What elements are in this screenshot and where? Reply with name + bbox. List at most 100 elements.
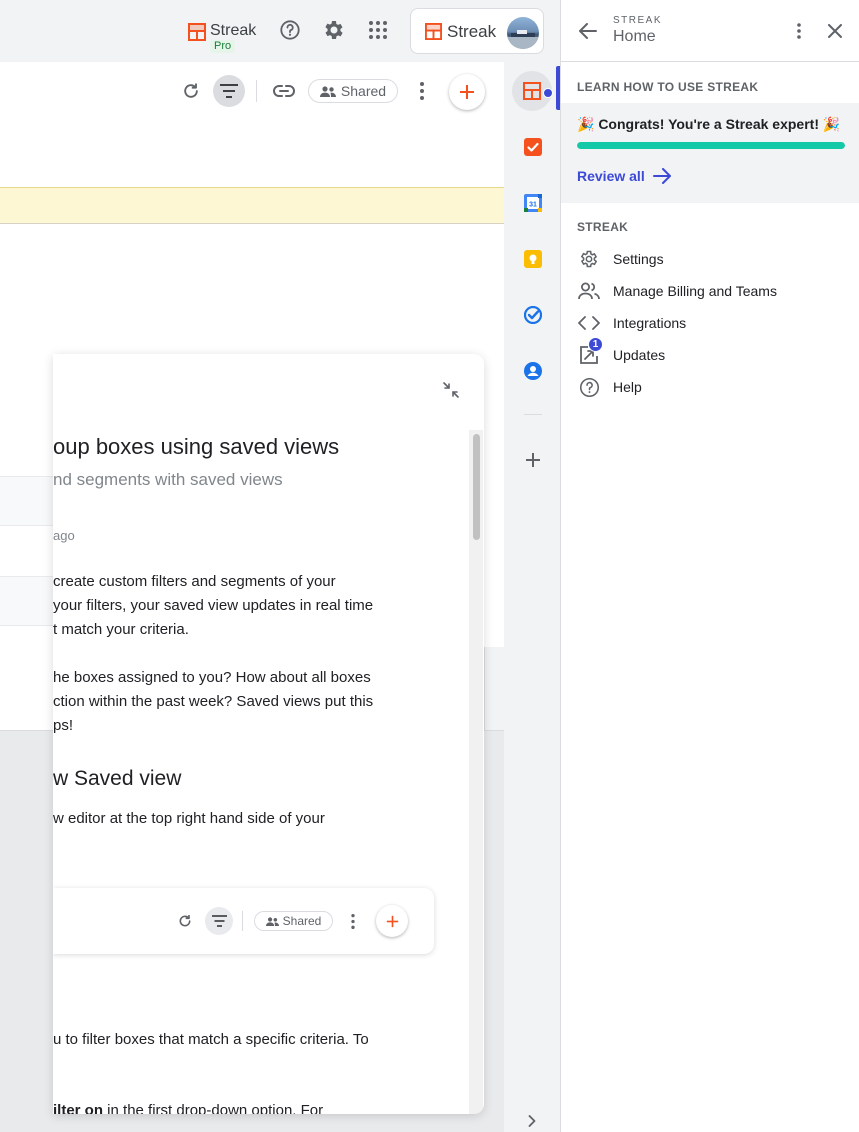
notice-banner — [0, 187, 504, 224]
gear-icon[interactable] — [320, 16, 348, 44]
strip-divider — [524, 414, 542, 415]
plus-icon — [386, 915, 398, 927]
paragraph-text: in the first drop-down option. For — [103, 1102, 324, 1114]
plus-icon — [460, 85, 474, 99]
svg-text:31: 31 — [529, 202, 537, 209]
bold-text: ilter on — [53, 1102, 104, 1114]
streak-logo-icon — [425, 23, 442, 40]
contacts-icon[interactable] — [518, 356, 548, 386]
article-paragraph: ilter on in the first drop-down option. … — [53, 1099, 323, 1114]
table-row — [0, 576, 60, 626]
shared-chip: Shared — [254, 911, 333, 931]
account-label: Streak — [447, 22, 497, 41]
table-row — [0, 476, 60, 526]
link-icon[interactable] — [270, 78, 298, 104]
table-scroll-strip — [484, 647, 504, 732]
menu-item-label: Integrations — [613, 315, 687, 331]
menu-item-integrations[interactable]: Integrations — [577, 311, 686, 335]
streak-sidebar-button[interactable] — [512, 71, 553, 111]
article-title: oup boxes using saved views — [53, 434, 340, 459]
toolbar-divider — [242, 911, 243, 931]
notification-dot — [543, 88, 553, 98]
article-paragraph: u to filter boxes that match a specific … — [53, 1031, 369, 1048]
updates-badge: 1 — [588, 337, 603, 352]
apps-grid-icon[interactable] — [364, 16, 392, 44]
article-paragraph: w editor at the top right hand side of y… — [53, 810, 325, 827]
gmail-header: Streak Pro Streak — [0, 0, 560, 62]
arrow-right-icon — [652, 168, 671, 184]
pipeline-toolbar: Shared — [0, 62, 504, 122]
streak-pro-button[interactable]: Streak Pro — [186, 20, 256, 54]
plus-button — [376, 905, 408, 937]
panel-header: STREAK Home — [561, 0, 859, 62]
gear-icon — [577, 247, 601, 271]
menu-item-label: Manage Billing and Teams — [613, 283, 777, 299]
progress-bar — [577, 142, 845, 149]
people-icon — [319, 85, 336, 97]
article-paragraph: your filters, your saved view updates in… — [53, 597, 374, 614]
collapse-icon[interactable] — [441, 380, 461, 400]
calendar-icon[interactable]: 31 — [518, 188, 548, 218]
help-icon[interactable] — [276, 16, 304, 44]
more-vert-icon[interactable] — [791, 20, 807, 42]
article-heading: w Saved view — [53, 767, 182, 790]
toolbar-screenshot: Shared — [53, 888, 434, 954]
review-all-label: Review all — [577, 168, 645, 184]
article-paragraph: he boxes assigned to you? How about all … — [53, 669, 371, 686]
pro-badge: Pro — [210, 40, 236, 53]
filter-icon[interactable] — [213, 75, 245, 107]
article-paragraph: ps! — [53, 717, 74, 734]
people-icon — [265, 916, 279, 926]
article-paragraph: create custom filters and segments of yo… — [53, 573, 336, 590]
avatar[interactable] — [507, 17, 539, 49]
menu-item-label: Help — [613, 379, 642, 395]
article-paragraph: t match your criteria. — [53, 621, 189, 638]
streak-section-heading: STREAK — [577, 220, 629, 234]
menu-item-help[interactable]: Help — [577, 375, 642, 399]
article-subtitle: nd segments with saved views — [53, 470, 283, 489]
streak-logo-icon — [188, 23, 206, 41]
review-all-link[interactable]: Review all — [577, 168, 671, 184]
shared-label: Shared — [340, 83, 387, 99]
toolbar-divider — [256, 80, 257, 102]
menu-item-label: Settings — [613, 251, 664, 267]
account-chip[interactable]: Streak — [410, 8, 544, 54]
menu-item-label: Updates — [613, 347, 666, 363]
filter-icon — [205, 907, 233, 935]
people-icon — [577, 279, 601, 303]
add-box-button[interactable] — [449, 74, 485, 110]
shared-label: Shared — [282, 914, 322, 928]
refresh-icon[interactable] — [178, 78, 204, 104]
learn-card: 🎉 Congrats! You're a Streak expert! 🎉 Re… — [561, 103, 859, 203]
congrats-message: 🎉 Congrats! You're a Streak expert! 🎉 — [577, 116, 841, 132]
tasks-icon[interactable] — [518, 300, 548, 330]
shared-button[interactable]: Shared — [308, 79, 398, 103]
apps-side-strip: 31 — [504, 62, 560, 1132]
article-meta: ago — [53, 528, 75, 543]
learn-section-heading: LEARN HOW TO USE STREAK — [577, 80, 759, 94]
progress-fill — [577, 142, 845, 149]
back-arrow-icon[interactable] — [577, 20, 599, 42]
help-icon — [577, 375, 601, 399]
code-icon — [577, 311, 601, 335]
close-icon[interactable] — [824, 20, 846, 42]
chevron-right-icon[interactable] — [525, 1114, 539, 1128]
panel-title: Home — [613, 28, 656, 45]
tasks-orange-icon[interactable] — [518, 132, 548, 162]
streak-logo-icon — [523, 82, 541, 100]
more-vert-icon[interactable] — [410, 78, 434, 104]
article-paragraph: ction within the past week? Saved views … — [53, 693, 374, 710]
menu-item-updates[interactable]: 1 Updates — [577, 337, 666, 367]
add-addon-icon[interactable] — [518, 445, 548, 475]
dialog-scrollbar-thumb[interactable] — [473, 434, 480, 540]
help-article-dialog: oup boxes using saved views nd segments … — [53, 354, 484, 1114]
streak-name: Streak — [210, 22, 257, 39]
keep-icon[interactable] — [518, 244, 548, 274]
panel-eyebrow: STREAK — [613, 15, 663, 26]
more-vert-icon — [344, 910, 362, 932]
streak-home-panel: STREAK Home LEARN HOW TO USE STREAK 🎉 Co… — [560, 0, 859, 1132]
updates-icon: 1 — [577, 337, 603, 367]
refresh-icon — [175, 910, 195, 932]
menu-item-settings[interactable]: Settings — [577, 247, 664, 271]
menu-item-billing[interactable]: Manage Billing and Teams — [577, 279, 777, 303]
